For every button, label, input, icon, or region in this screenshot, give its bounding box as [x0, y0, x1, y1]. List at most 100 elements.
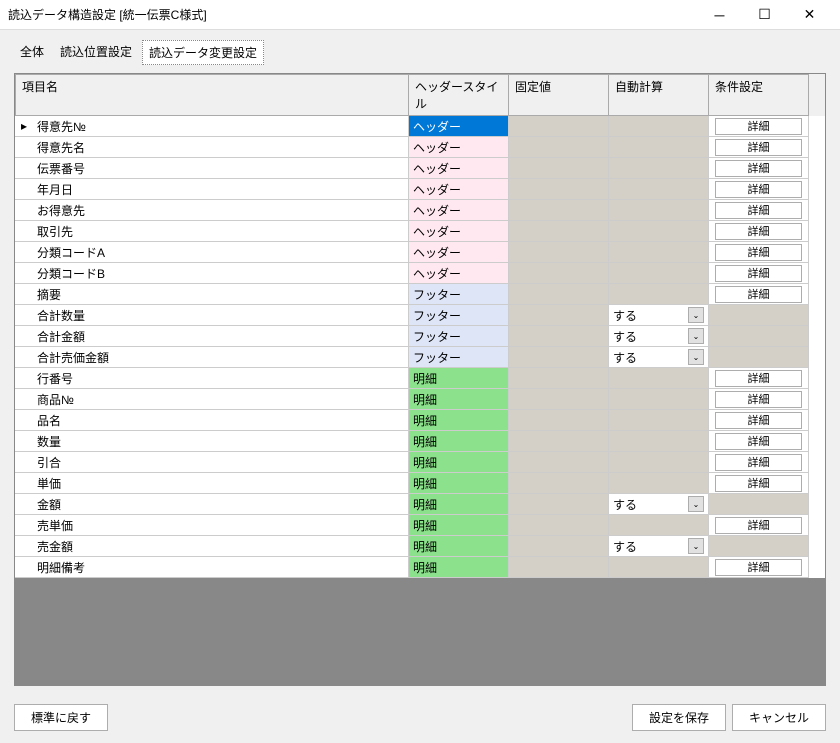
table-row[interactable]: 商品№明細 詳細	[15, 389, 825, 410]
cell-style[interactable]: ヘッダー	[409, 263, 509, 284]
cancel-button[interactable]: キャンセル	[732, 704, 826, 731]
cell-auto[interactable]: する⌄	[609, 326, 709, 347]
auto-calc-select[interactable]: する⌄	[613, 496, 704, 513]
cell-style[interactable]: 明細	[409, 515, 509, 536]
cell-fixed[interactable]	[509, 326, 609, 347]
cell-name[interactable]: 売金額	[15, 536, 409, 557]
reset-button[interactable]: 標準に戻す	[14, 704, 108, 731]
table-row[interactable]: 行番号明細詳細	[15, 368, 825, 389]
save-button[interactable]: 設定を保存	[632, 704, 726, 731]
detail-button[interactable]: 詳細	[715, 244, 802, 261]
cell-name[interactable]: 数量	[15, 431, 409, 452]
cell-style[interactable]: 明細	[409, 431, 509, 452]
cell-style[interactable]: 明細	[409, 452, 509, 473]
auto-calc-select[interactable]: する⌄	[613, 328, 704, 345]
cell-auto[interactable]	[609, 389, 709, 410]
cell-style[interactable]: ヘッダー	[409, 221, 509, 242]
cell-name[interactable]: 得意先名	[15, 137, 409, 158]
tab-change[interactable]: 読込データ変更設定	[142, 40, 264, 65]
detail-button[interactable]: 詳細	[715, 433, 802, 450]
detail-button[interactable]: 詳細	[715, 286, 802, 303]
table-row[interactable]: 売金額明細する⌄	[15, 536, 825, 557]
detail-button[interactable]: 詳細	[715, 517, 802, 534]
cell-name[interactable]: 合計売価金額	[15, 347, 409, 368]
table-row[interactable]: 金額明細する⌄	[15, 494, 825, 515]
col-header-fixed[interactable]: 固定値	[509, 74, 609, 116]
cell-name[interactable]: 伝票番号	[15, 158, 409, 179]
detail-button[interactable]: 詳細	[715, 160, 802, 177]
table-row[interactable]: 得意先№ヘッダー 詳細	[15, 116, 825, 137]
cell-name[interactable]: 年月日	[15, 179, 409, 200]
cell-fixed[interactable]	[509, 137, 609, 158]
cell-name[interactable]: お得意先	[15, 200, 409, 221]
cell-fixed[interactable]	[509, 473, 609, 494]
table-row[interactable]: 取引先ヘッダー詳細	[15, 221, 825, 242]
detail-button[interactable]: 詳細	[715, 475, 802, 492]
cell-name[interactable]: 合計数量	[15, 305, 409, 326]
cell-name[interactable]: 摘要	[15, 284, 409, 305]
cell-auto[interactable]: する⌄	[609, 305, 709, 326]
cell-auto[interactable]	[609, 473, 709, 494]
cell-fixed[interactable]	[509, 221, 609, 242]
cell-auto[interactable]: する⌄	[609, 494, 709, 515]
cell-style[interactable]: 明細	[409, 389, 509, 410]
cell-style[interactable]: ヘッダー	[409, 116, 509, 137]
cell-style[interactable]: 明細	[409, 368, 509, 389]
cell-auto[interactable]	[609, 263, 709, 284]
detail-button[interactable]: 詳細	[715, 118, 802, 135]
cell-name[interactable]: 分類コードB	[15, 263, 409, 284]
cell-style[interactable]: 明細	[409, 473, 509, 494]
table-row[interactable]: 合計金額フッター する⌄	[15, 326, 825, 347]
col-header-style[interactable]: ヘッダースタイル	[409, 74, 509, 116]
detail-button[interactable]: 詳細	[715, 181, 802, 198]
cell-name[interactable]: 得意先№	[15, 116, 409, 137]
auto-calc-select[interactable]: する⌄	[613, 307, 704, 324]
cell-name[interactable]: 単価	[15, 473, 409, 494]
cell-name[interactable]: 商品№	[15, 389, 409, 410]
cell-style[interactable]: ヘッダー	[409, 158, 509, 179]
table-row[interactable]: 合計売価金額フッターする⌄	[15, 347, 825, 368]
detail-button[interactable]: 詳細	[715, 370, 802, 387]
cell-name[interactable]: 合計金額	[15, 326, 409, 347]
cell-fixed[interactable]	[509, 389, 609, 410]
detail-button[interactable]: 詳細	[715, 559, 802, 576]
cell-fixed[interactable]	[509, 284, 609, 305]
cell-style[interactable]: 明細	[409, 494, 509, 515]
cell-style[interactable]: 明細	[409, 557, 509, 578]
table-row[interactable]: 伝票番号ヘッダー 詳細	[15, 158, 825, 179]
cell-name[interactable]: 引合	[15, 452, 409, 473]
detail-button[interactable]: 詳細	[715, 202, 802, 219]
cell-fixed[interactable]	[509, 515, 609, 536]
cell-name[interactable]: 取引先	[15, 221, 409, 242]
cell-auto[interactable]	[609, 242, 709, 263]
cell-auto[interactable]	[609, 515, 709, 536]
cell-auto[interactable]	[609, 284, 709, 305]
detail-button[interactable]: 詳細	[715, 391, 802, 408]
cell-auto[interactable]	[609, 452, 709, 473]
table-row[interactable]: お得意先ヘッダー 詳細	[15, 200, 825, 221]
table-row[interactable]: 引合明細 詳細	[15, 452, 825, 473]
chevron-down-icon[interactable]: ⌄	[688, 307, 704, 323]
cell-fixed[interactable]	[509, 368, 609, 389]
table-row[interactable]: 合計数量フッターする⌄	[15, 305, 825, 326]
cell-fixed[interactable]	[509, 557, 609, 578]
cell-auto[interactable]	[609, 200, 709, 221]
detail-button[interactable]: 詳細	[715, 454, 802, 471]
detail-button[interactable]: 詳細	[715, 412, 802, 429]
cell-name[interactable]: 売単価	[15, 515, 409, 536]
col-header-name[interactable]: 項目名	[15, 74, 409, 116]
detail-button[interactable]: 詳細	[715, 265, 802, 282]
cell-style[interactable]: ヘッダー	[409, 200, 509, 221]
cell-fixed[interactable]	[509, 347, 609, 368]
table-row[interactable]: 品名明細詳細	[15, 410, 825, 431]
chevron-down-icon[interactable]: ⌄	[688, 538, 704, 554]
cell-auto[interactable]	[609, 116, 709, 137]
maximize-button[interactable]: ☐	[742, 0, 787, 30]
cell-name[interactable]: 分類コードA	[15, 242, 409, 263]
auto-calc-select[interactable]: する⌄	[613, 538, 704, 555]
cell-style[interactable]: フッター	[409, 326, 509, 347]
cell-fixed[interactable]	[509, 263, 609, 284]
cell-fixed[interactable]	[509, 494, 609, 515]
chevron-down-icon[interactable]: ⌄	[688, 496, 704, 512]
cell-fixed[interactable]	[509, 200, 609, 221]
